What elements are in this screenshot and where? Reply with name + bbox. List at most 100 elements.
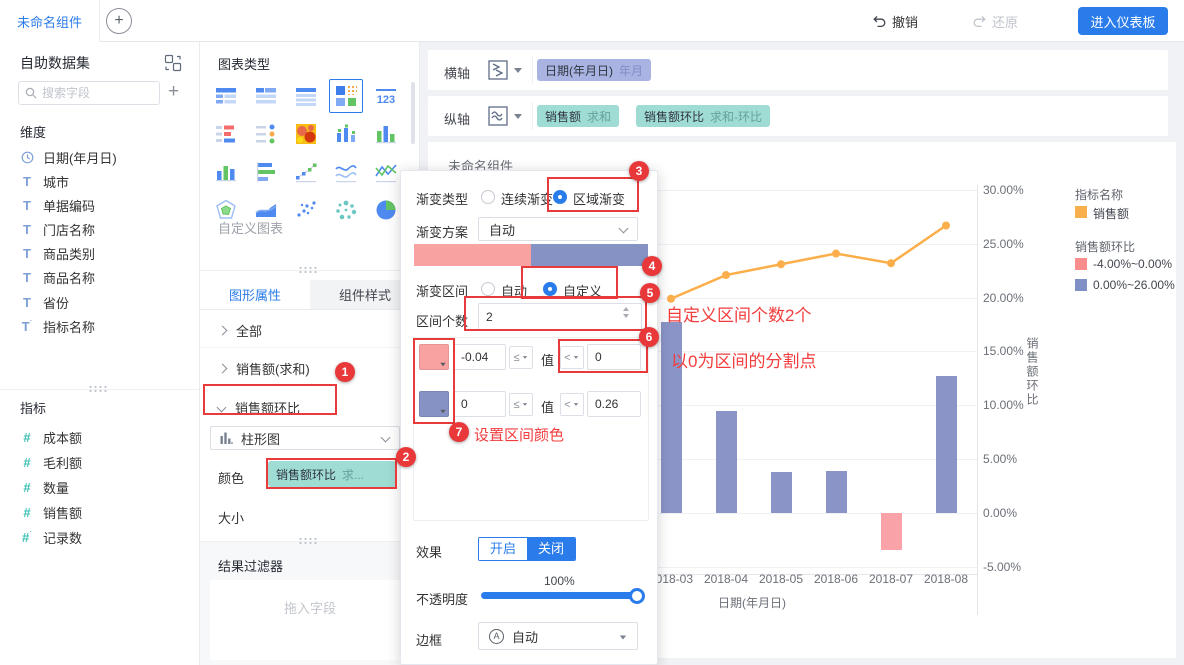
chart-type-value-table-icon[interactable] (212, 120, 240, 148)
dimension-field-category[interactable]: T 商品类别 (0, 241, 200, 265)
radio-auto-interval[interactable] (481, 282, 495, 296)
metric-field-gross-profit[interactable]: # 毛利额 (0, 450, 200, 475)
chart-type-combo-chart-icon[interactable] (332, 120, 360, 148)
field-label: 省份 (43, 295, 70, 311)
annotation-badge-3: 3 (629, 161, 649, 181)
color-field-tag[interactable]: 销售额环比 求... (268, 461, 396, 487)
x-axis-type-icon[interactable] (487, 59, 509, 81)
dimension-field-metric-name[interactable]: T ˙ 指标名称 (0, 314, 200, 338)
calc-text-field-icon: T ˙ (21, 318, 33, 334)
bar-2018-05[interactable] (770, 472, 792, 513)
property-row-sales-sum[interactable]: 销售额(求和) (200, 348, 420, 388)
interval-count-stepper[interactable] (623, 307, 629, 318)
property-row-sales-mom[interactable]: 销售额环比 (200, 388, 420, 426)
chart-type-area-line-icon[interactable] (372, 158, 400, 186)
radio-regional-gradient[interactable] (553, 190, 567, 204)
dimension-field-product[interactable]: T 商品名称 (0, 265, 200, 289)
interval1-color-swatch[interactable] (419, 344, 449, 370)
legend-label-positive-range[interactable]: 0.00%~26.00% (1093, 278, 1175, 292)
series-chart-kind-select[interactable]: 柱形图 (210, 426, 400, 450)
enter-dashboard-button[interactable]: 进入仪表板 (1078, 7, 1168, 35)
bar-2018-08[interactable] (935, 376, 957, 513)
interval2-op1-select[interactable]: ≤ (509, 393, 533, 416)
dimension-field-store[interactable]: T 门店名称 (0, 217, 200, 241)
chevron-down-icon[interactable] (514, 114, 522, 119)
chart-type-target-card-icon[interactable] (252, 120, 280, 148)
metric-field-cost[interactable]: # 成本额 (0, 425, 200, 450)
property-row-label: 全部 (236, 324, 263, 339)
chart-type-scatter-icon[interactable] (292, 196, 320, 224)
component-tab-label: 未命名组件 (16, 14, 82, 30)
panel-resize-handle[interactable] (88, 385, 108, 392)
switch-dataset-icon[interactable] (164, 54, 182, 72)
chevron-down-icon (618, 223, 629, 234)
opacity-slider-track[interactable] (481, 592, 644, 599)
chart-type-step-scatter-icon[interactable] (292, 158, 320, 186)
legend-label-sales[interactable]: 销售额 (1093, 205, 1129, 222)
add-component-button[interactable]: + (106, 8, 132, 34)
border-select[interactable]: A 自动 (478, 622, 638, 650)
gradient-scheme-select[interactable]: 自动 (478, 217, 638, 241)
x-axis-field-pill[interactable]: 日期(年月日) 年月 (537, 59, 652, 81)
stepper-up-icon[interactable] (623, 307, 629, 311)
component-tab[interactable]: 未命名组件 (0, 0, 100, 42)
legend-swatch-negative-range[interactable] (1075, 258, 1087, 270)
redo-button[interactable]: 还原 (972, 12, 1018, 31)
chart-type-cross-table-icon[interactable] (252, 82, 280, 110)
bar-2018-04[interactable] (715, 410, 737, 513)
chart-type-kpi-card-icon[interactable]: 123 (372, 82, 400, 110)
add-field-button[interactable]: + (168, 81, 179, 103)
undo-button[interactable]: 撤销 (872, 12, 918, 31)
dimension-field-doc-code[interactable]: T 单据编码 (0, 193, 200, 217)
interval2-to-input[interactable] (587, 391, 641, 417)
chart-type-detail-table-icon[interactable] (292, 82, 320, 110)
legend-label-negative-range[interactable]: -4.00%~0.00% (1093, 257, 1172, 271)
radio-continuous-gradient[interactable] (481, 190, 495, 204)
chart-type-bar-chart-icon[interactable] (212, 158, 240, 186)
chart-type-column-chart-icon[interactable] (372, 120, 400, 148)
dimension-field-province[interactable]: T 省份 (0, 290, 200, 314)
y-axis-type-icon[interactable] (487, 105, 509, 127)
dimension-field-date[interactable]: 日期(年月日) (0, 145, 200, 169)
metric-field-sales[interactable]: # 销售额 (0, 500, 200, 525)
bar-2018-06[interactable] (825, 470, 847, 513)
opacity-slider-handle[interactable] (629, 588, 645, 604)
y-axis-field-pill-sales[interactable]: 销售额 求和 (537, 105, 620, 127)
radio-custom-interval[interactable] (543, 282, 557, 296)
interval1-op2-select[interactable]: < (560, 346, 584, 369)
interval2-op2-select[interactable]: < (560, 393, 584, 416)
config-resize-handle[interactable] (298, 537, 318, 544)
chart-type-custom-chart-icon[interactable] (332, 82, 360, 110)
metric-field-record-count[interactable]: # ˙ 记录数 (0, 525, 200, 550)
chart-type-horizontal-bar-icon[interactable] (252, 158, 280, 186)
chart-type-scrollbar[interactable] (411, 82, 415, 144)
tab-graphic-properties[interactable]: 图形属性 (200, 280, 310, 310)
chart-type-pie-icon[interactable] (372, 196, 400, 224)
interval1-to-input[interactable] (587, 344, 641, 370)
legend-swatch-sales[interactable] (1075, 206, 1087, 218)
config-resize-handle[interactable] (298, 266, 318, 273)
interval2-from-input[interactable] (453, 391, 506, 417)
effect-on-button[interactable]: 开启 (479, 538, 528, 560)
search-input[interactable] (42, 86, 150, 100)
y-axis-field-pill-sales-mom[interactable]: 销售额环比 求和-环比 (636, 105, 771, 127)
stepper-down-icon[interactable] (623, 314, 629, 318)
bar-2018-07[interactable] (880, 512, 902, 550)
interval1-from-input[interactable] (453, 344, 506, 370)
chevron-down-icon[interactable] (514, 68, 522, 73)
effect-off-button[interactable]: 关闭 (527, 538, 576, 560)
chart-type-curve-chart-icon[interactable] (332, 158, 360, 186)
legend-swatch-positive-range[interactable] (1075, 279, 1087, 291)
metric-field-quantity[interactable]: # 数量 (0, 475, 200, 500)
calc-number-field-icon: # ˙ (22, 530, 32, 545)
dimension-field-city[interactable]: T 城市 (0, 169, 200, 193)
chart-type-bubble-icon[interactable] (332, 196, 360, 224)
chart-type-heatmap-icon[interactable] (292, 120, 320, 148)
filter-drop-zone[interactable]: 拖入字段 (210, 580, 410, 660)
interval-count-input[interactable] (478, 303, 642, 331)
chart-type-group-table-icon[interactable] (212, 82, 240, 110)
property-row-all[interactable]: 全部 (200, 314, 420, 348)
interval2-color-swatch[interactable] (419, 391, 449, 417)
interval1-op1-select[interactable]: ≤ (509, 346, 533, 369)
redo-label: 还原 (992, 15, 1019, 30)
